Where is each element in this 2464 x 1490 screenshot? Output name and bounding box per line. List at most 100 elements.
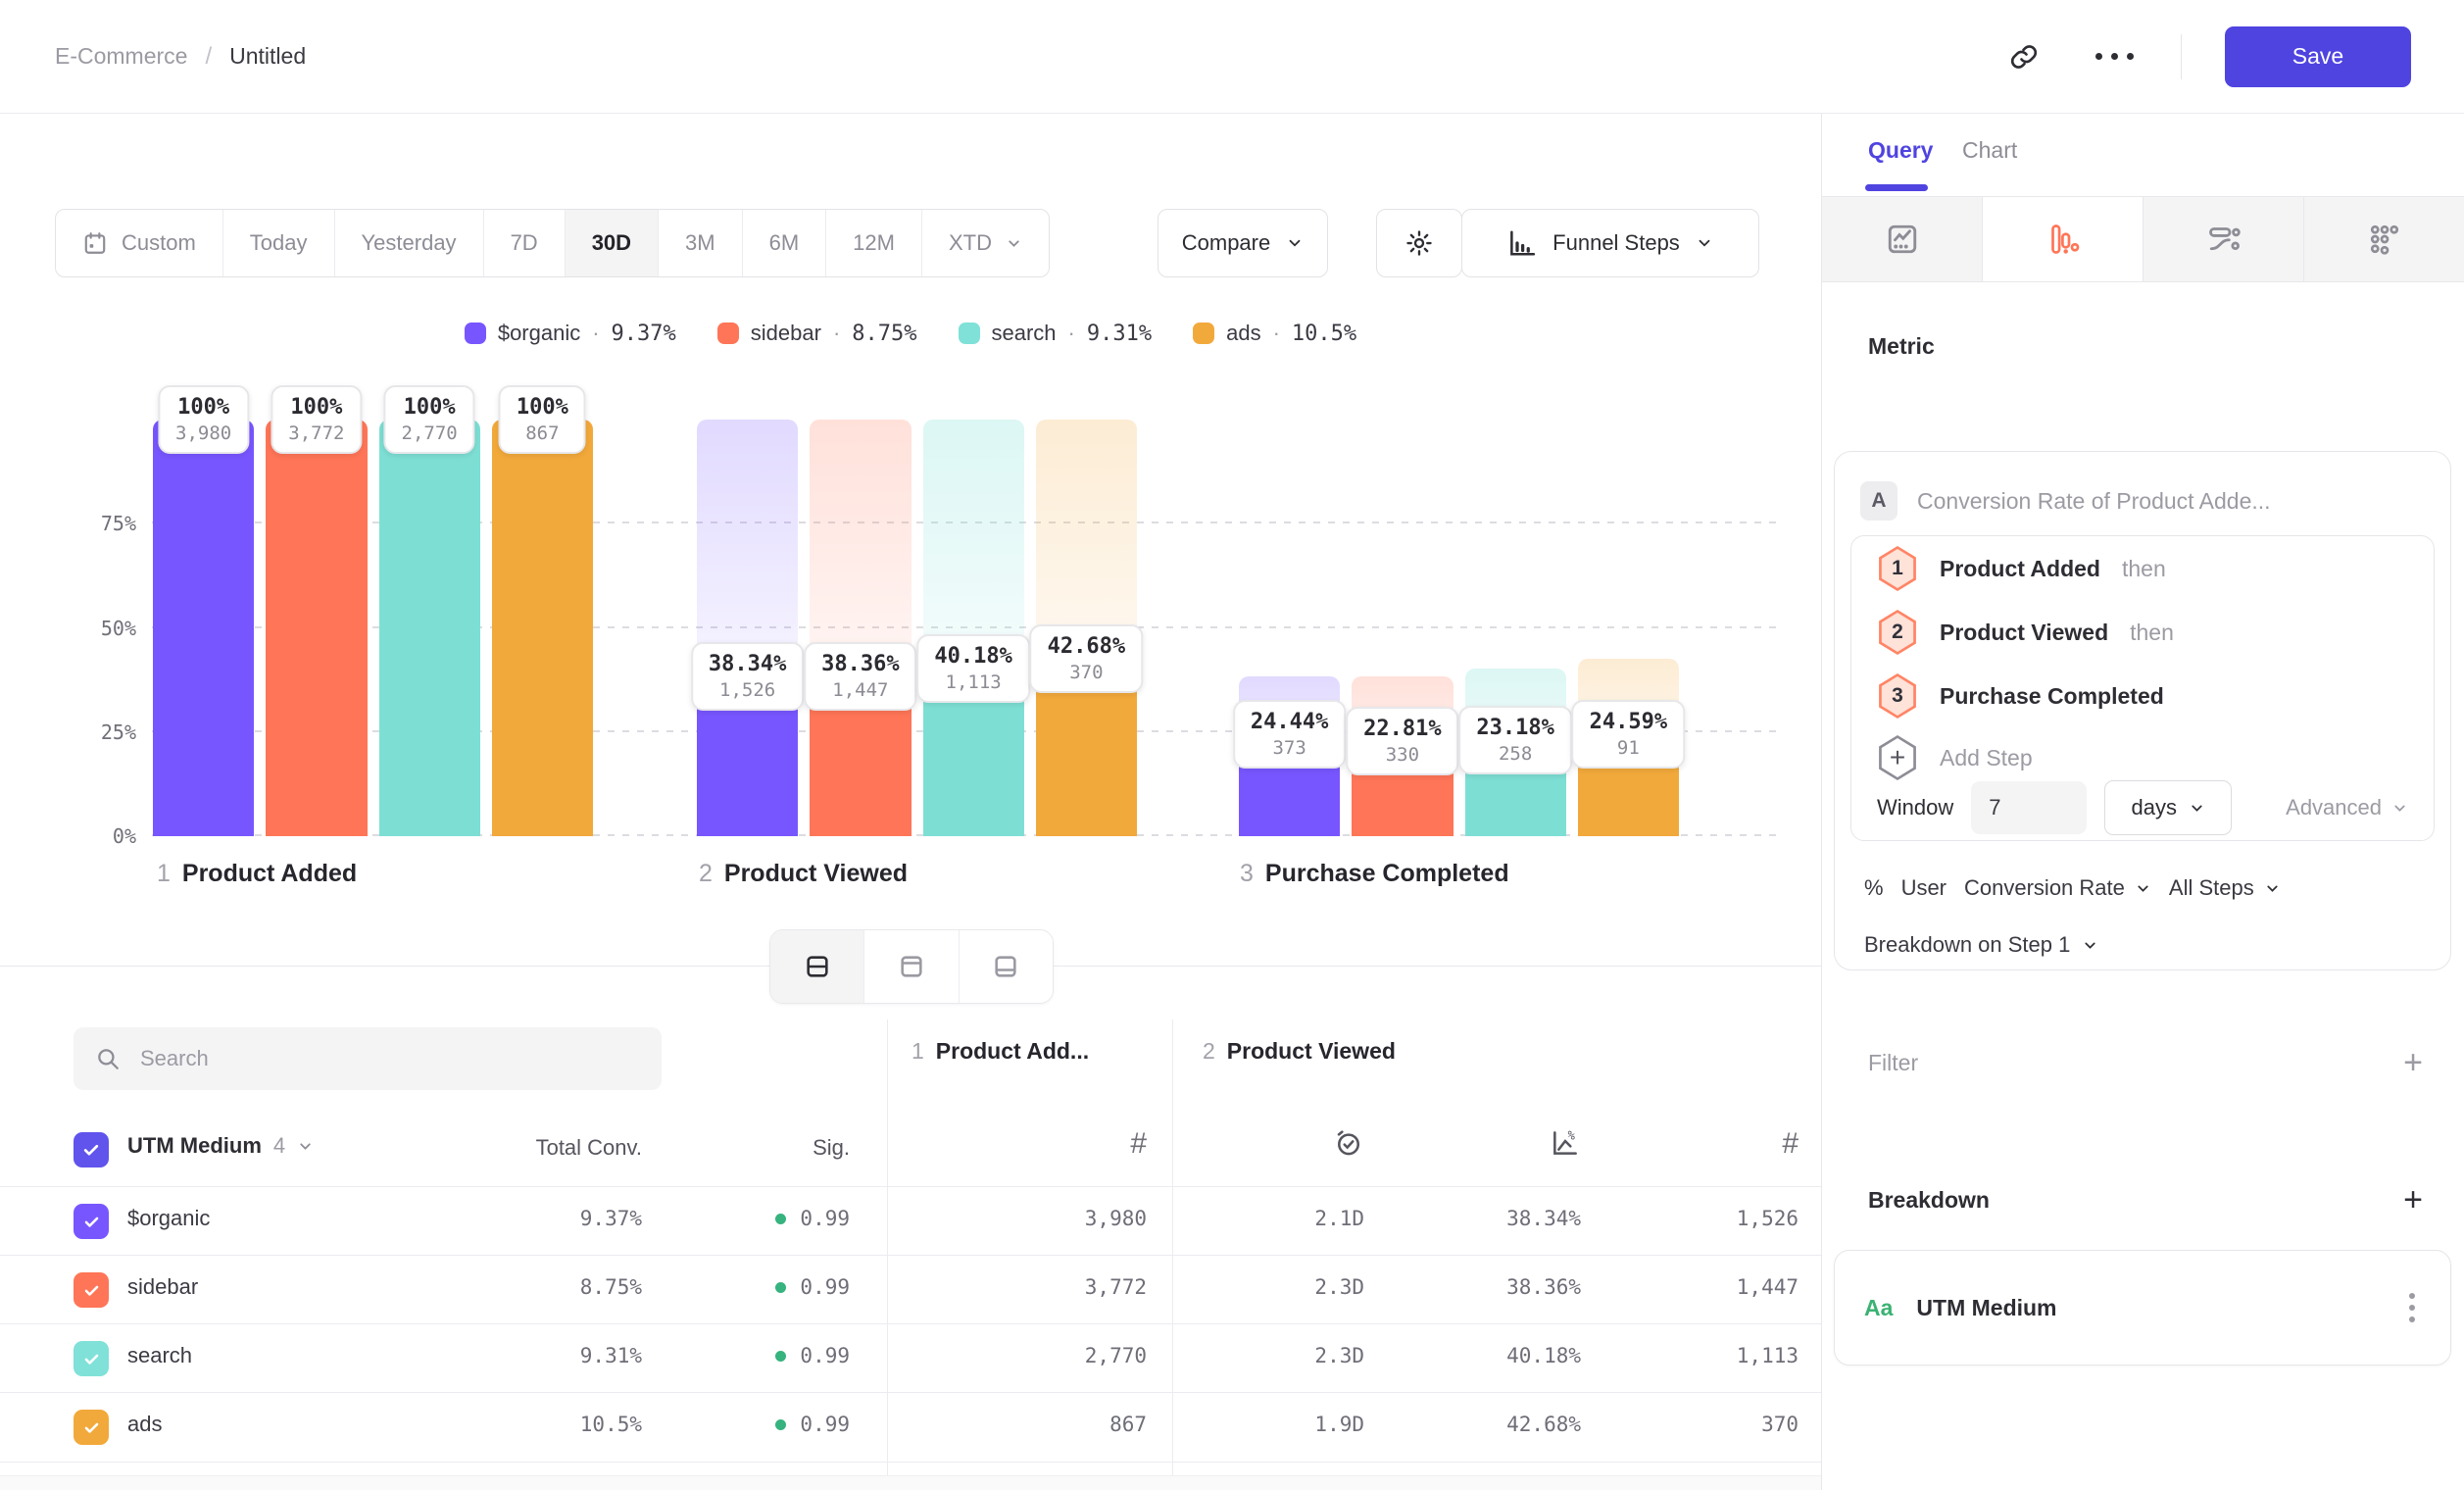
funnel-step-group-1: 100%3,980 100%3,772 100%2,770: [153, 420, 593, 836]
retention-chart-tab[interactable]: [2303, 197, 2464, 281]
row-step1-count: 867: [931, 1413, 1147, 1436]
funnel-bar[interactable]: 100%3,772: [266, 420, 367, 836]
window-unit-select[interactable]: days: [2104, 780, 2232, 835]
y-axis-tick: 25%: [54, 720, 136, 744]
breadcrumb-report-name[interactable]: Untitled: [229, 43, 306, 70]
steps-scope-selector[interactable]: All Steps: [2169, 875, 2281, 901]
funnel-bar[interactable]: 24.44%373: [1239, 420, 1340, 836]
row-checkbox[interactable]: [74, 1410, 109, 1445]
funnel-bar[interactable]: 38.34%1,526: [697, 420, 798, 836]
split-view-button[interactable]: [770, 930, 863, 1003]
funnel-bar[interactable]: 100%3,980: [153, 420, 254, 836]
funnel-bar[interactable]: 40.18%1,113: [923, 420, 1024, 836]
funnel-bar[interactable]: 38.36%1,447: [810, 420, 911, 836]
metric-title-row[interactable]: A Conversion Rate of Product Adde...: [1860, 481, 2271, 521]
legend-item[interactable]: $organic · 9.37%: [465, 321, 676, 346]
breakdown-column-header[interactable]: UTM Medium 4: [127, 1133, 314, 1159]
add-breakdown-button[interactable]: +: [2403, 1183, 2423, 1217]
x-axis-step-label-2: 2Product Viewed: [699, 860, 908, 888]
step1-count-column[interactable]: #: [931, 1127, 1147, 1161]
chart-only-view-button[interactable]: [863, 930, 958, 1003]
add-step-button[interactable]: + Add Step: [1877, 735, 2033, 780]
save-button[interactable]: Save: [2225, 26, 2411, 87]
range-custom[interactable]: Custom: [56, 210, 222, 276]
range-6m[interactable]: 6M: [742, 210, 826, 276]
breakdown-on-step-selector[interactable]: Breakdown on Step 1: [1864, 932, 2098, 958]
chart-legend: $organic · 9.37% sidebar · 8.75% search …: [0, 321, 1821, 346]
breadcrumb: E-Commerce / Untitled: [55, 0, 306, 113]
entity-selector[interactable]: User: [1901, 875, 1947, 901]
sig-column-header[interactable]: Sig.: [654, 1135, 850, 1161]
add-step-hexagon-icon: +: [1877, 735, 1918, 780]
avg-time-icon: [1333, 1127, 1364, 1159]
breakdown-property-card[interactable]: Aa UTM Medium: [1834, 1250, 2451, 1366]
add-filter-button[interactable]: +: [2403, 1046, 2423, 1079]
range-xtd[interactable]: XTD: [921, 210, 1049, 276]
row-checkbox[interactable]: [74, 1341, 109, 1376]
funnel-bar[interactable]: 24.59%91: [1578, 420, 1679, 836]
legend-separator: ·: [592, 321, 599, 346]
row-avg-time: 2.3D: [1149, 1344, 1364, 1367]
advanced-toggle[interactable]: Advanced: [2286, 795, 2408, 820]
bar-value-label: 38.34%1,526: [691, 642, 804, 711]
query-builder-sidebar: Query Chart: [1821, 113, 2464, 1490]
funnel-step-group-3: 24.44%373 22.81%330 23.18%258: [1239, 420, 1679, 836]
kebab-menu-icon[interactable]: [2403, 1287, 2421, 1328]
more-options-button[interactable]: [2091, 33, 2138, 80]
tab-query[interactable]: Query: [1868, 137, 1933, 164]
breakdown-heading: Breakdown: [1868, 1187, 1990, 1214]
chart-settings-button[interactable]: [1376, 209, 1462, 277]
range-today[interactable]: Today: [222, 210, 334, 276]
bar-value-label: 24.59%91: [1572, 700, 1685, 769]
funnel-bar[interactable]: 100%867: [492, 420, 593, 836]
range-3m[interactable]: 3M: [658, 210, 742, 276]
metric-type-selector[interactable]: Conversion Rate: [1964, 875, 2151, 901]
funnel-report-app: E-Commerce / Untitled Save: [0, 0, 2464, 1490]
funnel-step-row-3[interactable]: 3 Purchase Completed: [1877, 673, 2186, 719]
funnel-bar[interactable]: 42.68%370: [1036, 420, 1137, 836]
range-30d-active[interactable]: 30D: [565, 210, 658, 276]
funnel-bar[interactable]: 100%2,770: [379, 420, 480, 836]
row-total-conv: 10.5%: [446, 1413, 642, 1436]
funnel-step-row-1[interactable]: 1 Product Added then: [1877, 546, 2166, 591]
legend-separator: ·: [833, 321, 840, 346]
measurement-row: % User Conversion Rate All Steps: [1864, 875, 2281, 901]
legend-item[interactable]: sidebar · 8.75%: [717, 321, 917, 346]
header-actions: Save: [2000, 0, 2411, 113]
row-checkbox[interactable]: [74, 1272, 109, 1308]
funnel-bar[interactable]: 23.18%258: [1465, 420, 1566, 836]
funnel-bar[interactable]: 22.81%330: [1352, 420, 1453, 836]
range-7d[interactable]: 7D: [483, 210, 565, 276]
funnel-step-row-2[interactable]: 2 Product Viewed then: [1877, 610, 2174, 655]
range-yesterday[interactable]: Yesterday: [334, 210, 483, 276]
row-total-conv: 9.37%: [446, 1207, 642, 1230]
compare-button[interactable]: Compare: [1158, 209, 1328, 277]
sig-dot-icon: [775, 1282, 786, 1293]
select-all-checkbox[interactable]: [74, 1132, 109, 1167]
range-12m[interactable]: 12M: [825, 210, 921, 276]
table-only-view-button[interactable]: [959, 930, 1053, 1003]
visualization-picker-button[interactable]: Funnel Steps: [1461, 209, 1759, 277]
breadcrumb-project[interactable]: E-Commerce: [55, 43, 187, 70]
dots-grid-icon: [2367, 222, 2402, 257]
table-scrollbar-track[interactable]: [0, 1475, 1821, 1490]
legend-item[interactable]: ads · 10.5%: [1193, 321, 1356, 346]
insights-chart-tab[interactable]: [1822, 197, 1982, 281]
search-input[interactable]: [138, 1045, 640, 1072]
total-conv-column-header[interactable]: Total Conv.: [446, 1135, 642, 1161]
bar-value-label: 40.18%1,113: [916, 634, 1029, 703]
share-link-button[interactable]: [2000, 33, 2047, 80]
flows-chart-tab[interactable]: [2143, 197, 2303, 281]
step-name: Product Added: [1940, 556, 2100, 582]
flow-icon: [2206, 222, 2242, 257]
row-conv-rate: 38.34%: [1365, 1207, 1581, 1230]
window-value-input[interactable]: [1971, 781, 2087, 834]
legend-item[interactable]: search · 9.31%: [959, 321, 1153, 346]
step2-time-column[interactable]: [1149, 1127, 1364, 1159]
tab-chart[interactable]: Chart: [1962, 137, 2017, 164]
step2-count-column[interactable]: #: [1583, 1127, 1799, 1161]
funnels-chart-tab-active[interactable]: [1982, 197, 2143, 281]
legend-separator: ·: [1273, 321, 1280, 346]
row-checkbox[interactable]: [74, 1204, 109, 1239]
step2-rate-column[interactable]: %: [1365, 1127, 1581, 1159]
